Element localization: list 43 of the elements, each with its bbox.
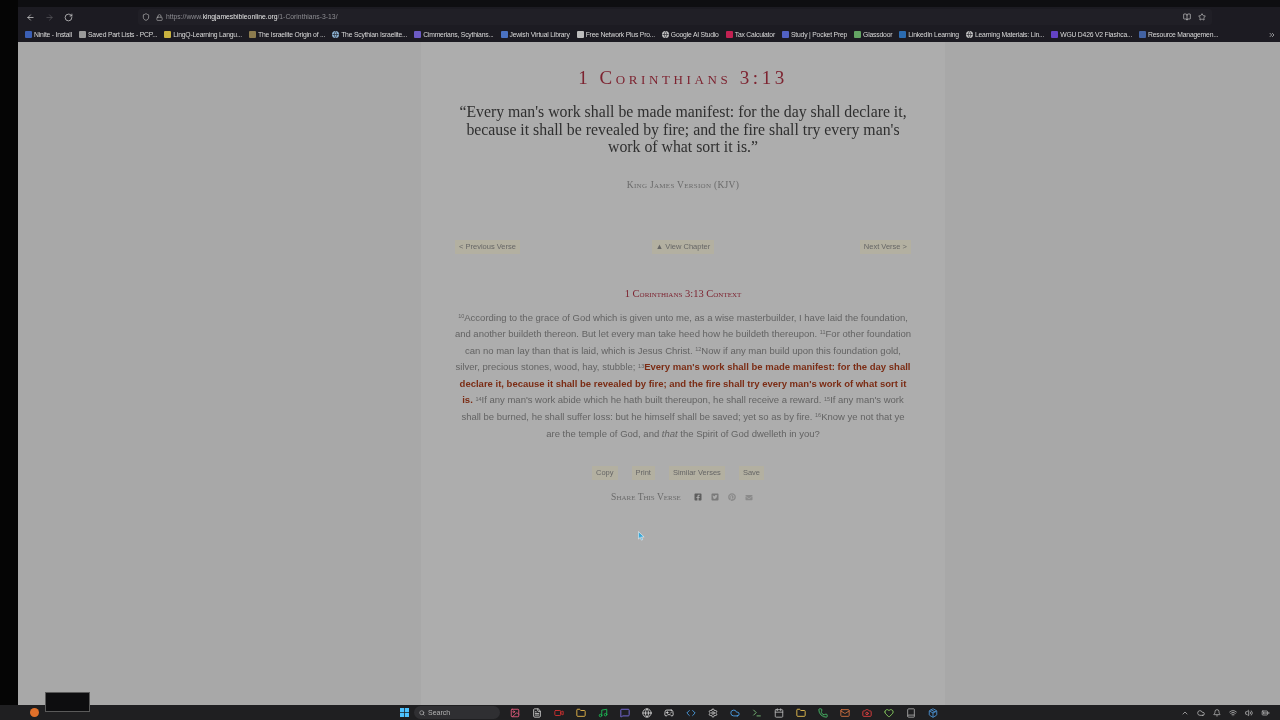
search-icon — [419, 709, 425, 716]
star-icon[interactable] — [1198, 13, 1206, 21]
settings-icon[interactable] — [708, 707, 718, 718]
folder-icon[interactable] — [576, 707, 586, 718]
battery-icon[interactable] — [1261, 708, 1270, 717]
terminal-icon[interactable] — [752, 707, 762, 718]
music-icon[interactable] — [598, 707, 608, 718]
phone-icon[interactable] — [818, 707, 828, 718]
bell-icon[interactable] — [1213, 708, 1221, 717]
folder-icon[interactable] — [796, 707, 806, 718]
heart-icon[interactable] — [884, 707, 894, 718]
video-icon[interactable] — [554, 707, 564, 718]
windows-logo-icon[interactable] — [400, 708, 409, 717]
cloud-icon[interactable] — [1197, 708, 1205, 717]
book-icon[interactable] — [906, 707, 916, 718]
message-icon[interactable] — [620, 707, 630, 718]
file-icon[interactable] — [532, 707, 542, 718]
context-title: 1 Corinthians 3:13 Context — [624, 286, 742, 301]
share-label: Share This Verse — [611, 491, 681, 504]
image-icon[interactable] — [510, 707, 520, 718]
cloud-icon[interactable] — [730, 707, 740, 718]
mouse-pointer-icon — [638, 531, 645, 541]
speaker-icon[interactable] — [1245, 708, 1253, 717]
window-thumbnail[interactable] — [45, 692, 90, 712]
reader-view-icon[interactable] — [1183, 13, 1191, 21]
back-icon[interactable] — [26, 12, 35, 22]
verse-title: 1 Corinthians 3:13 — [578, 68, 788, 88]
package-icon[interactable] — [928, 707, 938, 718]
app-icon[interactable] — [30, 708, 39, 717]
lock-icon[interactable] — [156, 13, 163, 21]
globe-icon[interactable] — [642, 707, 652, 718]
camera-icon[interactable] — [862, 707, 872, 718]
more-bookmarks-icon[interactable] — [1268, 30, 1276, 39]
version-label: King James Version (KJV) — [626, 178, 740, 191]
reload-icon[interactable] — [64, 12, 73, 22]
shield-icon[interactable] — [142, 13, 150, 21]
facebook-icon[interactable] — [693, 493, 702, 502]
wifi-icon[interactable] — [1229, 708, 1237, 717]
verse-quote: “Every man's work shall be made manifest: for the day shall declare it, because it shall be revealed by fire; and the fire shall try every man's work of what sort it is.” — [458, 103, 908, 156]
calendar-icon[interactable] — [774, 707, 784, 718]
gamepad-icon[interactable] — [664, 707, 674, 718]
code-icon[interactable] — [686, 707, 696, 718]
mail-icon[interactable] — [840, 707, 850, 718]
